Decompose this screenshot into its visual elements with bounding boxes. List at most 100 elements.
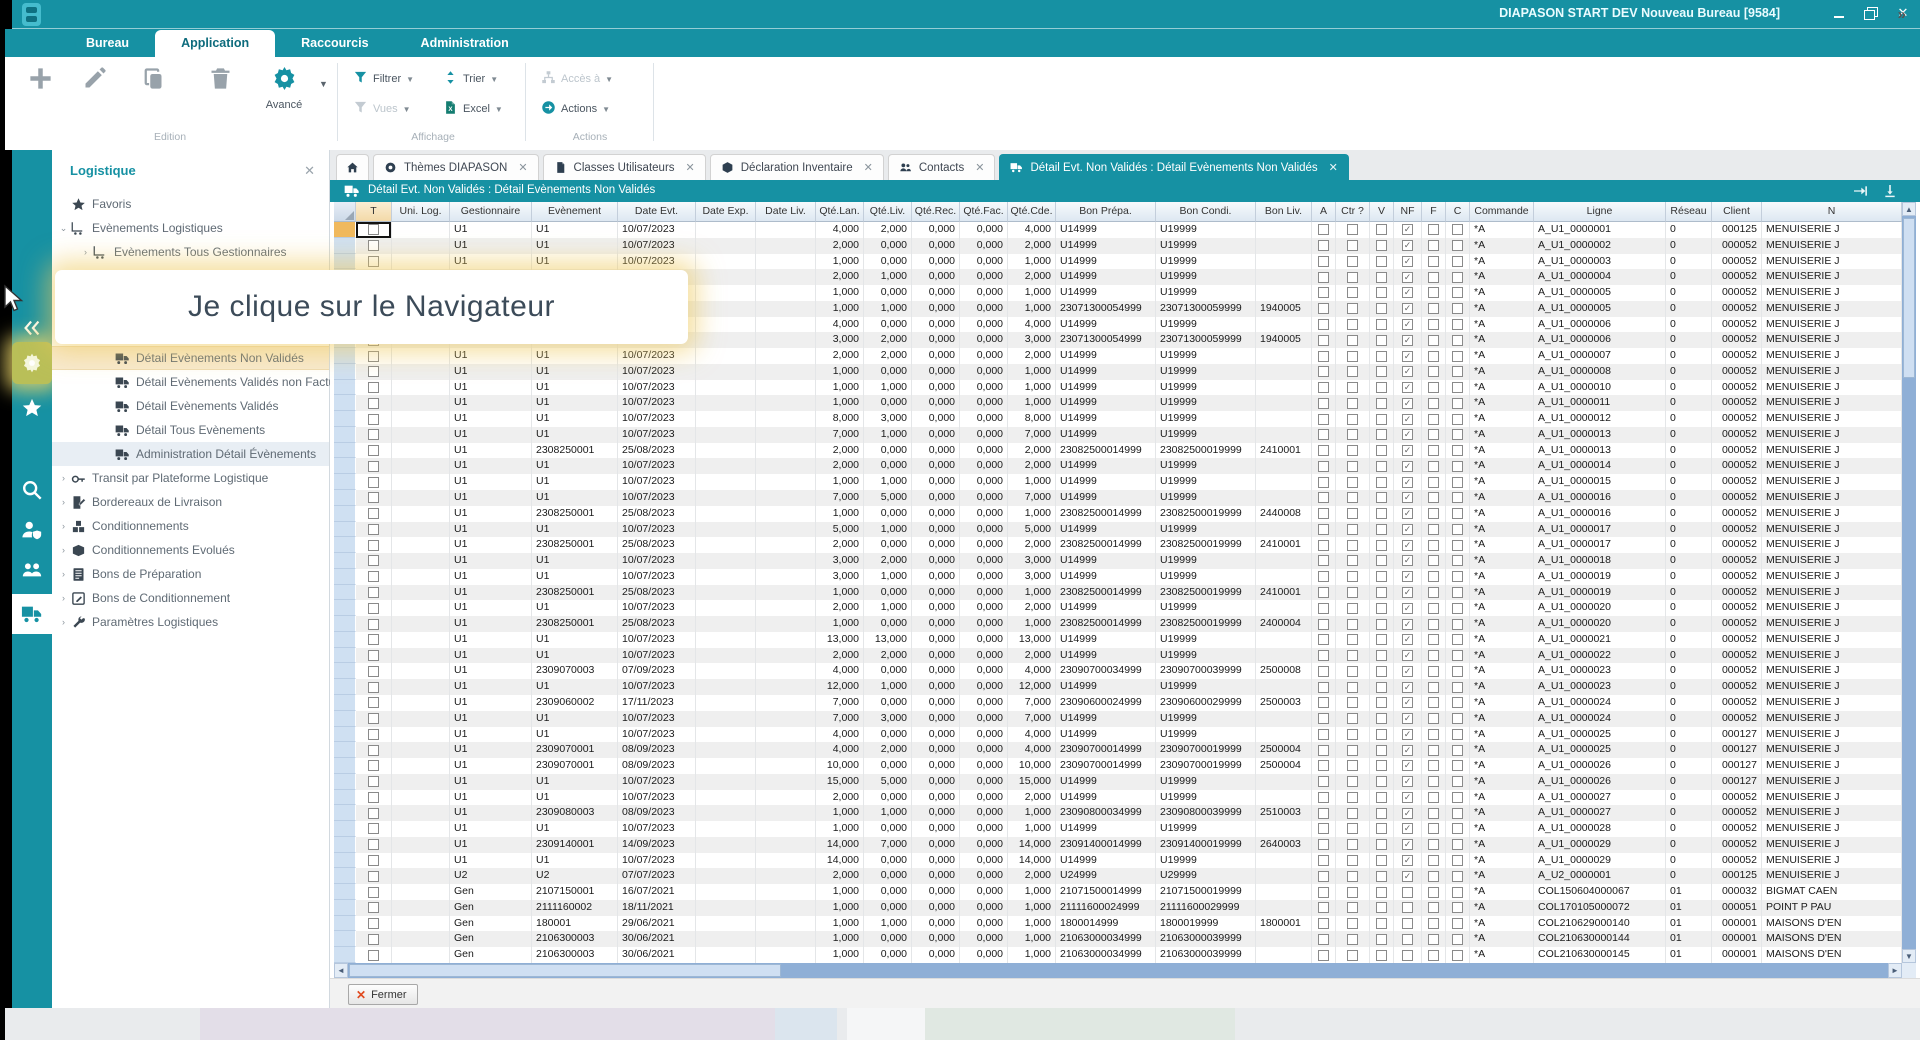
cell-qCde[interactable]: 1,000 xyxy=(1008,506,1056,522)
checkbox-t[interactable] xyxy=(368,887,379,898)
cell-bonCondi[interactable]: U19999 xyxy=(1156,648,1256,664)
checkbox-f[interactable] xyxy=(1428,855,1439,866)
user-security-icon[interactable] xyxy=(12,512,52,548)
cell-bonLiv[interactable] xyxy=(1256,884,1312,900)
checkbox-f[interactable] xyxy=(1428,287,1439,298)
cell-uni[interactable] xyxy=(392,348,450,364)
checkbox-ctr[interactable] xyxy=(1347,429,1358,440)
cell-client[interactable]: 000052 xyxy=(1712,317,1762,333)
cell-client[interactable]: 000052 xyxy=(1712,821,1762,837)
checkbox-f[interactable] xyxy=(1428,414,1439,425)
cell-qFac[interactable]: 0,000 xyxy=(960,900,1008,916)
cell-dateLiv[interactable] xyxy=(756,805,816,821)
cell-bonCondi[interactable]: U19999 xyxy=(1156,600,1256,616)
cell-client[interactable]: 000052 xyxy=(1712,537,1762,553)
row-selector[interactable] xyxy=(334,553,356,569)
cell-uni[interactable] xyxy=(392,506,450,522)
checkbox-ctr[interactable] xyxy=(1347,477,1358,488)
cell-bonLiv[interactable]: 2440008 xyxy=(1256,506,1312,522)
cell-uni[interactable] xyxy=(392,679,450,695)
cell-bonCondi[interactable]: U19999 xyxy=(1156,569,1256,585)
checkbox-c[interactable] xyxy=(1452,382,1463,393)
cell-bonLiv[interactable] xyxy=(1256,853,1312,869)
cell-dateEvt[interactable]: 10/07/2023 xyxy=(618,853,696,869)
add-button[interactable] xyxy=(23,65,57,95)
cell-reseau[interactable]: 0 xyxy=(1666,317,1712,333)
cell-qLan[interactable]: 3,000 xyxy=(816,332,864,348)
cell-reseau[interactable]: 0 xyxy=(1666,348,1712,364)
tab-close-icon[interactable]: ✕ xyxy=(864,161,873,174)
checkbox-c[interactable] xyxy=(1452,808,1463,819)
cell-evt[interactable]: U1 xyxy=(532,364,618,380)
cell-nom[interactable]: MENUISERIE J xyxy=(1762,853,1902,869)
checkbox-a[interactable] xyxy=(1318,540,1329,551)
cell-qCde[interactable]: 15,000 xyxy=(1008,774,1056,790)
cell-cmd[interactable]: *A xyxy=(1470,853,1534,869)
cell-qCde[interactable]: 4,000 xyxy=(1008,663,1056,679)
cell-dateExp[interactable] xyxy=(696,474,756,490)
cell-qFac[interactable]: 0,000 xyxy=(960,269,1008,285)
cell-evt[interactable]: U1 xyxy=(532,222,618,238)
cell-bonPrepa[interactable]: 23090700034999 xyxy=(1056,663,1156,679)
cell-bonCondi[interactable]: 23071300059999 xyxy=(1156,301,1256,317)
cell-dateExp[interactable] xyxy=(696,632,756,648)
row-selector[interactable] xyxy=(334,616,356,632)
cell-evt[interactable]: U1 xyxy=(532,553,618,569)
column-header-ligne[interactable]: Ligne xyxy=(1534,202,1666,222)
cell-evt[interactable]: U1 xyxy=(532,490,618,506)
tab-classes[interactable]: Classes Utilisateurs✕ xyxy=(543,154,706,180)
cell-qFac[interactable]: 0,000 xyxy=(960,490,1008,506)
cell-qRec[interactable]: 0,000 xyxy=(912,853,960,869)
row-selector[interactable] xyxy=(334,727,356,743)
expander-chevron-icon[interactable]: › xyxy=(56,617,71,627)
cell-bonCondi[interactable]: 21063000039999 xyxy=(1156,947,1256,963)
cell-reseau[interactable]: 0 xyxy=(1666,222,1712,238)
cell-qLan[interactable]: 3,000 xyxy=(816,569,864,585)
cell-bonPrepa[interactable]: U14999 xyxy=(1056,474,1156,490)
cell-ligne[interactable]: A_U1_0000014 xyxy=(1534,458,1666,474)
cell-client[interactable]: 000032 xyxy=(1712,884,1762,900)
row-selector[interactable] xyxy=(334,632,356,648)
checkbox-f[interactable] xyxy=(1428,272,1439,283)
checkbox-f[interactable] xyxy=(1428,650,1439,661)
checkbox-a[interactable] xyxy=(1318,555,1329,566)
cell-qFac[interactable]: 0,000 xyxy=(960,758,1008,774)
cell-qRec[interactable]: 0,000 xyxy=(912,821,960,837)
cell-bonCondi[interactable]: U19999 xyxy=(1156,254,1256,270)
column-header-c[interactable]: C xyxy=(1446,202,1470,222)
cell-evt[interactable]: U1 xyxy=(532,774,618,790)
cell-bonCondi[interactable]: U19999 xyxy=(1156,490,1256,506)
cell-qRec[interactable]: 0,000 xyxy=(912,805,960,821)
cell-cmd[interactable]: *A xyxy=(1470,269,1534,285)
checkbox-t[interactable] xyxy=(368,839,379,850)
cell-qFac[interactable]: 0,000 xyxy=(960,285,1008,301)
checkbox-f[interactable] xyxy=(1428,776,1439,787)
cell-dateExp[interactable] xyxy=(696,648,756,664)
table-row[interactable]: U1U110/07/20231,0001,0000,0000,0001,000U… xyxy=(334,474,1902,490)
cell-dateExp[interactable] xyxy=(696,790,756,806)
checkbox-f[interactable] xyxy=(1428,398,1439,409)
cell-bonCondi[interactable]: U19999 xyxy=(1156,774,1256,790)
table-row[interactable]: U1230825000125/08/20232,0000,0000,0000,0… xyxy=(334,537,1902,553)
scroll-up-icon[interactable]: ▲ xyxy=(1902,202,1916,216)
cell-gest[interactable]: Gen xyxy=(450,900,532,916)
cell-gest[interactable]: U1 xyxy=(450,411,532,427)
cell-cmd[interactable]: *A xyxy=(1470,238,1534,254)
cell-qFac[interactable]: 0,000 xyxy=(960,222,1008,238)
cell-qFac[interactable]: 0,000 xyxy=(960,332,1008,348)
cell-evt[interactable]: U1 xyxy=(532,411,618,427)
cell-qLan[interactable]: 1,000 xyxy=(816,821,864,837)
cell-dateExp[interactable] xyxy=(696,821,756,837)
checkbox-v[interactable] xyxy=(1376,808,1387,819)
checkbox-a[interactable] xyxy=(1318,492,1329,503)
checkbox-v[interactable] xyxy=(1376,508,1387,519)
checkbox-f[interactable] xyxy=(1428,887,1439,898)
menu-tab-application[interactable]: Application xyxy=(155,30,275,57)
cell-qLan[interactable]: 2,000 xyxy=(816,443,864,459)
column-header-nf[interactable]: NF xyxy=(1394,202,1422,222)
cell-evt[interactable]: 180001 xyxy=(532,916,618,932)
cell-dateExp[interactable] xyxy=(696,837,756,853)
cell-uni[interactable] xyxy=(392,931,450,947)
advanced-caret-icon[interactable]: ▼ xyxy=(319,79,328,89)
checkbox-a[interactable] xyxy=(1318,839,1329,850)
